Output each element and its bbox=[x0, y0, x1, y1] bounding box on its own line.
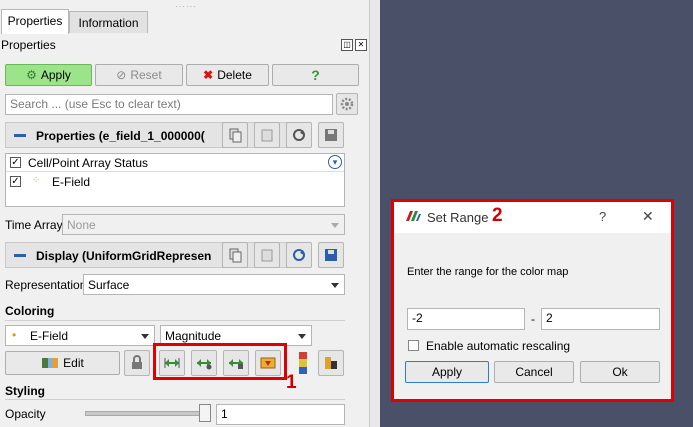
efield-label: E-Field bbox=[52, 175, 91, 189]
drag-handle[interactable]: ······ bbox=[175, 2, 197, 11]
delete-label: Delete bbox=[217, 68, 252, 82]
opacity-slider-track[interactable] bbox=[85, 411, 211, 416]
callout-label-1: 1 bbox=[286, 372, 297, 393]
panel-splitter[interactable] bbox=[369, 0, 380, 427]
gear-icon[interactable] bbox=[336, 93, 358, 115]
reset-icon: ⊘ bbox=[116, 68, 127, 82]
time-array-value: None bbox=[67, 218, 96, 232]
chevron-down-icon bbox=[331, 223, 339, 228]
float-icon[interactable]: ◫ bbox=[341, 39, 353, 51]
paste-icon[interactable] bbox=[254, 122, 280, 148]
color-array-value: E-Field bbox=[30, 329, 69, 343]
array-status-header: ✓ Cell/Point Array Status ▾ bbox=[6, 154, 344, 172]
collapse-icon bbox=[14, 254, 26, 257]
apply-button[interactable]: ⚙ Apply bbox=[5, 64, 92, 86]
color-component-value: Magnitude bbox=[165, 329, 222, 343]
delete-button[interactable]: ✖ Delete bbox=[186, 64, 269, 86]
color-array-select[interactable]: • E-Field bbox=[5, 325, 155, 346]
apply-icon: ⚙ bbox=[26, 68, 37, 82]
annotation-box-2 bbox=[391, 199, 674, 402]
chevron-down-icon bbox=[141, 334, 149, 339]
tab-properties[interactable]: Properties bbox=[1, 9, 69, 34]
reset-label: Reset bbox=[130, 68, 162, 82]
help-button[interactable]: ? bbox=[272, 64, 359, 86]
properties-section-title: Properties (e_field_1_000000( bbox=[36, 129, 205, 143]
delete-icon: ✖ bbox=[203, 68, 214, 82]
chevron-down-icon bbox=[331, 283, 339, 288]
search-input[interactable]: Search ... (use Esc to clear text) bbox=[5, 94, 333, 115]
representation-value: Surface bbox=[88, 278, 130, 292]
point-data-icon: • bbox=[12, 328, 17, 342]
copy-icon[interactable] bbox=[222, 122, 248, 148]
apply-label: Apply bbox=[40, 68, 71, 82]
save-icon[interactable] bbox=[318, 122, 344, 148]
annotation-box-1 bbox=[153, 343, 287, 380]
panel-title: Properties bbox=[1, 38, 56, 52]
opacity-input[interactable]: 1 bbox=[216, 404, 345, 425]
lock-scalar-icon[interactable] bbox=[124, 350, 150, 376]
opacity-label: Opacity bbox=[5, 407, 46, 421]
header-checkbox[interactable]: ✓ bbox=[10, 157, 21, 168]
reset-button[interactable]: ⊘ Reset bbox=[95, 64, 183, 86]
time-array-label: Time Array bbox=[5, 218, 63, 232]
point-data-icon: ⁘ bbox=[32, 175, 41, 186]
properties-panel: Properties Information ······ Properties… bbox=[0, 0, 369, 427]
display-section-title: Display (UniformGridRepresen bbox=[36, 249, 212, 263]
refresh-icon[interactable] bbox=[286, 122, 312, 148]
edit-colormap-button[interactable]: Edit bbox=[5, 351, 120, 375]
tab-information[interactable]: Information bbox=[69, 11, 148, 33]
tab-bar: Properties Information ······ bbox=[0, 0, 369, 34]
edit-label: Edit bbox=[63, 356, 84, 370]
close-icon[interactable]: ✕ bbox=[355, 39, 367, 51]
sort-icon[interactable]: ▾ bbox=[328, 155, 342, 169]
divider bbox=[5, 399, 345, 400]
representation-label: Representation bbox=[5, 278, 87, 292]
panel-title-bar: Properties ◫ ✕ bbox=[0, 36, 369, 54]
refresh-icon[interactable] bbox=[286, 242, 312, 268]
styling-header: Styling bbox=[5, 384, 46, 398]
opacity-slider-handle[interactable] bbox=[199, 404, 211, 422]
collapse-icon bbox=[14, 134, 26, 137]
representation-select[interactable]: Surface bbox=[83, 274, 345, 295]
divider bbox=[5, 320, 345, 321]
efield-checkbox[interactable]: ✓ bbox=[10, 176, 21, 187]
list-item[interactable]: ✓ ⁘ E-Field bbox=[6, 173, 344, 191]
array-status-list: ✓ Cell/Point Array Status ▾ ✓ ⁘ E-Field bbox=[5, 153, 345, 207]
time-array-select[interactable]: None bbox=[62, 214, 345, 235]
paste-icon[interactable] bbox=[254, 242, 280, 268]
chevron-down-icon bbox=[298, 334, 306, 339]
copy-icon[interactable] bbox=[222, 242, 248, 268]
scalar-bar-settings-icon[interactable] bbox=[318, 350, 344, 376]
coloring-header: Coloring bbox=[5, 304, 55, 318]
colormap-icon bbox=[42, 358, 59, 368]
save-icon[interactable] bbox=[318, 242, 344, 268]
array-status-title: Cell/Point Array Status bbox=[28, 156, 149, 170]
